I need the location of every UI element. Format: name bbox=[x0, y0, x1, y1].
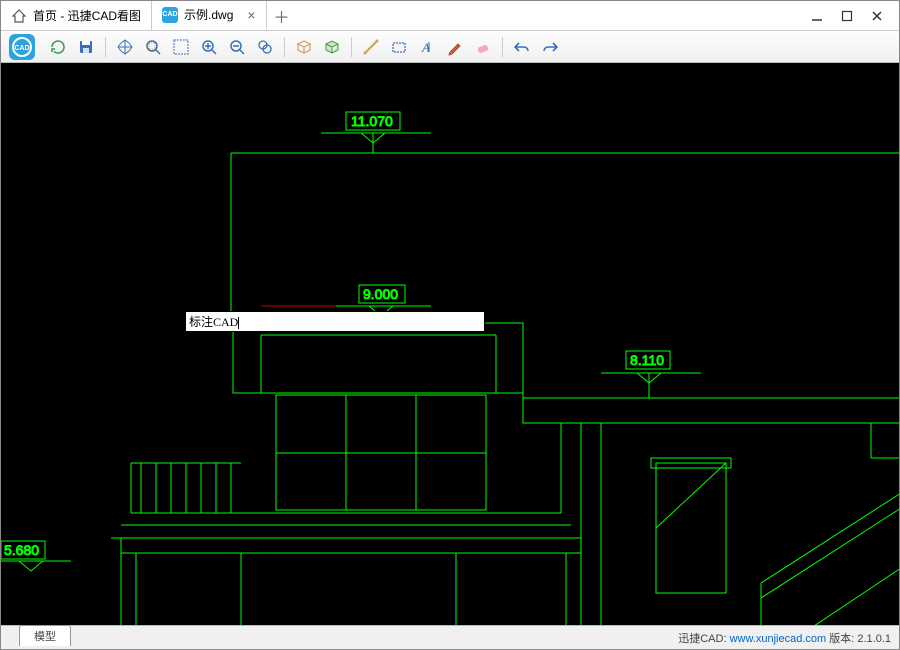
minimize-button[interactable] bbox=[807, 6, 827, 26]
zoom-window-button[interactable] bbox=[168, 34, 194, 60]
home-icon bbox=[11, 8, 27, 24]
pan-button[interactable] bbox=[112, 34, 138, 60]
zoom-in-button[interactable] bbox=[196, 34, 222, 60]
svg-text:5.680: 5.680 bbox=[4, 542, 39, 558]
svg-text:9.000: 9.000 bbox=[363, 286, 398, 302]
area-button[interactable] bbox=[386, 34, 412, 60]
separator bbox=[284, 37, 285, 57]
tab-close-icon[interactable]: × bbox=[247, 7, 255, 23]
tab-file[interactable]: CAD 示例.dwg × bbox=[152, 1, 267, 30]
status-info: 迅捷CAD: www.xunjiecad.com 版本: 2.1.0.1 bbox=[678, 630, 891, 646]
model-tab[interactable]: 模型 bbox=[19, 625, 71, 646]
redo-button[interactable] bbox=[537, 34, 563, 60]
window-controls bbox=[795, 1, 899, 30]
close-button[interactable] bbox=[867, 6, 887, 26]
view-3d-button[interactable] bbox=[291, 34, 317, 60]
tab-home-label: 首页 - 迅捷CAD看图 bbox=[33, 7, 141, 24]
save-button[interactable] bbox=[73, 34, 99, 60]
undo-button[interactable] bbox=[509, 34, 535, 60]
zoom-out-button[interactable] bbox=[224, 34, 250, 60]
toolbar: CAD A bbox=[1, 31, 899, 63]
app-logo-icon: CAD bbox=[7, 32, 37, 62]
tab-home[interactable]: 首页 - 迅捷CAD看图 bbox=[1, 1, 152, 30]
zoom-extent-button[interactable] bbox=[140, 34, 166, 60]
maximize-button[interactable] bbox=[837, 6, 857, 26]
cad-file-icon: CAD bbox=[162, 7, 178, 23]
separator bbox=[351, 37, 352, 57]
text-button[interactable]: A bbox=[414, 34, 440, 60]
cad-drawing: 11.070 9.000 bbox=[1, 63, 899, 625]
text-annotation-input[interactable]: 标注CAD bbox=[185, 311, 485, 332]
svg-text:8.110: 8.110 bbox=[630, 352, 664, 368]
separator bbox=[502, 37, 503, 57]
zoom-realtime-button[interactable] bbox=[252, 34, 278, 60]
titlebar: 首页 - 迅捷CAD看图 CAD 示例.dwg × ＋ bbox=[1, 1, 899, 31]
statusbar: 模型 迅捷CAD: www.xunjiecad.com 版本: 2.1.0.1 bbox=[1, 625, 899, 649]
view-iso-button[interactable] bbox=[319, 34, 345, 60]
svg-text:CAD: CAD bbox=[14, 45, 29, 52]
separator bbox=[105, 37, 106, 57]
refresh-button[interactable] bbox=[45, 34, 71, 60]
website-link[interactable]: www.xunjiecad.com bbox=[730, 633, 827, 645]
erase-button[interactable] bbox=[470, 34, 496, 60]
svg-text:11.070: 11.070 bbox=[351, 113, 393, 129]
new-tab-button[interactable]: ＋ bbox=[267, 1, 297, 30]
tab-file-label: 示例.dwg bbox=[184, 6, 233, 23]
modify-button[interactable] bbox=[442, 34, 468, 60]
drawing-canvas[interactable]: 11.070 9.000 bbox=[1, 63, 899, 625]
measure-button[interactable] bbox=[358, 34, 384, 60]
